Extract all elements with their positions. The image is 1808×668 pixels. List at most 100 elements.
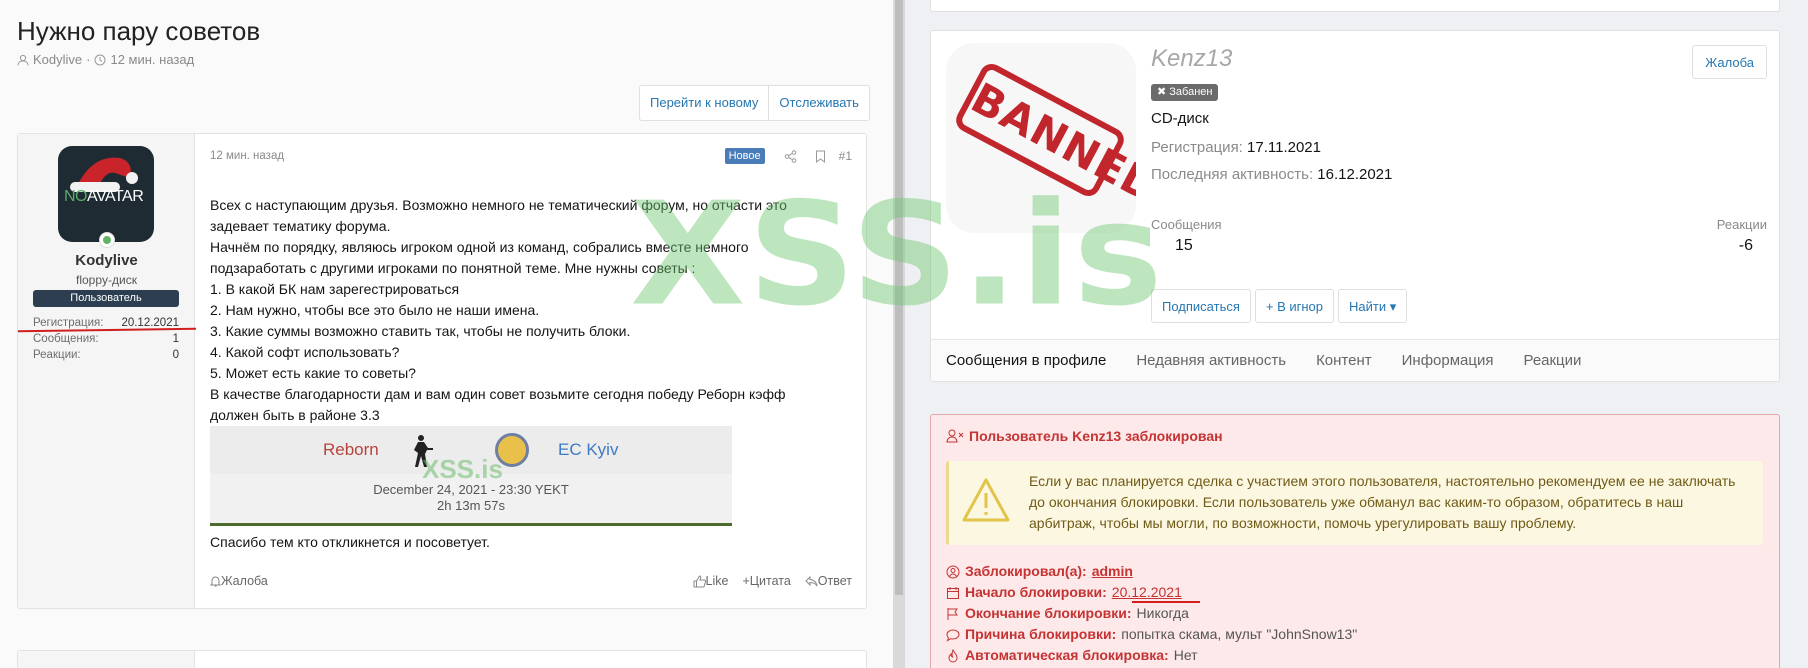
messages-count[interactable]: 15 xyxy=(1175,237,1222,255)
post-username[interactable]: Kodylive xyxy=(18,252,195,269)
post-closing: Спасибо тем кто откликнется и посоветует… xyxy=(210,534,490,550)
user-times-icon xyxy=(946,429,964,443)
last-activity-date[interactable]: 16.12.2021 xyxy=(1317,166,1392,183)
report-link[interactable]: Жалоба xyxy=(221,574,268,588)
ban-warning: Если у вас планируется сделка с участием… xyxy=(946,461,1763,545)
reactions-label: Реакции xyxy=(1716,217,1767,232)
ignore-button[interactable]: + В игнор xyxy=(1254,289,1335,323)
avatar[interactable]: NOAVATAR xyxy=(58,146,154,242)
vertical-scrollbar[interactable] xyxy=(893,0,905,668)
user-group-badge: Пользователь xyxy=(33,290,179,307)
match-image: Reborn EC Kyiv December 24, 2021 - 23:30… xyxy=(210,426,732,526)
like-button[interactable]: Like xyxy=(706,574,729,588)
tab-profile-posts[interactable]: Сообщения в профиле xyxy=(946,340,1121,381)
last-activity-label: Последняя активность: xyxy=(1151,166,1314,183)
stat-value: 0 xyxy=(172,349,179,361)
annotation-underline xyxy=(1132,601,1200,603)
user-circle-icon xyxy=(946,565,960,578)
post-line: 3. Какие суммы возможно ставить так, что… xyxy=(210,323,631,339)
ban-warning-text: Если у вас планируется сделка с участием… xyxy=(1029,473,1736,531)
flag-icon xyxy=(947,607,958,620)
post-number[interactable]: #1 xyxy=(839,149,852,163)
post-line: 5. Может есть какие то советы? xyxy=(210,365,416,381)
user-stat-reactions: Реакции: 0 xyxy=(33,347,179,363)
user-stats: Регистрация: 20.12.2021 Сообщения: 1 Реакц… xyxy=(33,315,179,363)
match-countdown: 2h 13m 57s xyxy=(437,498,505,513)
online-status-indicator xyxy=(99,232,115,248)
thread-author[interactable]: Kodylive xyxy=(33,52,82,67)
tab-reactions[interactable]: Реакции xyxy=(1508,340,1596,381)
ban-notice-header: Пользователь Kenz13 заблокирован xyxy=(946,428,1223,444)
post-header: 12 мин. назад Новое #1 xyxy=(210,146,852,166)
banned-badge: ✖ Забанен xyxy=(1151,84,1219,101)
find-label: Найти xyxy=(1349,299,1387,314)
user-stat-messages: Сообщения: 1 xyxy=(33,331,179,347)
ban-notice: Пользователь Kenz13 заблокирован Если у … xyxy=(930,414,1780,668)
post-user-column: NOAVATAR Kodylive floppy-диск Пользовате… xyxy=(17,134,197,608)
quote-button[interactable]: Цитата xyxy=(750,574,791,588)
start-label: Начало блокировки: xyxy=(965,584,1107,600)
auto-value: Нет xyxy=(1173,647,1198,663)
reply-button[interactable]: Ответ xyxy=(818,574,852,588)
avatar-text-avatar: AVATAR xyxy=(87,188,144,205)
stat-label: Реакции: xyxy=(33,349,81,361)
end-value: Никогда xyxy=(1136,605,1189,621)
post-line: задевает тематику форума. xyxy=(210,218,391,234)
tab-recent-activity[interactable]: Недавняя активность xyxy=(1121,340,1301,381)
post-line: подзаработать с другими игроками по поня… xyxy=(210,260,696,276)
avatar-text: NOAVATAR xyxy=(64,188,144,206)
blocked-by-label: Заблокировал(а): xyxy=(965,563,1087,579)
scrollbar-thumb[interactable] xyxy=(895,0,903,595)
next-post-user-column xyxy=(18,651,195,668)
ban-detail-blocked-by: Заблокировал(а): admin xyxy=(946,561,1357,582)
team1-name: Reborn xyxy=(323,440,379,459)
post-line: 2. Нам нужно, чтобы все это было не наши… xyxy=(210,302,540,318)
profile-actions: Подписаться + В игнор Найти ▾ xyxy=(1151,289,1408,323)
find-button[interactable]: Найти ▾ xyxy=(1338,289,1408,323)
watch-button[interactable]: Отслеживать xyxy=(769,86,868,120)
end-label: Окончание блокировки: xyxy=(965,605,1132,621)
profile-registration: Регистрация: 17.11.2021 xyxy=(1151,139,1321,156)
post-body: Всех с наступающим друзья. Возможно немн… xyxy=(210,195,840,426)
tab-content[interactable]: Контент xyxy=(1301,340,1387,381)
share-icon[interactable] xyxy=(784,149,797,163)
thread-title: Нужно пару советов xyxy=(17,16,261,46)
post: NOAVATAR Kodylive floppy-диск Пользовате… xyxy=(17,133,867,609)
start-date: 20.12.2021 xyxy=(1111,584,1182,600)
blocked-by-link[interactable]: admin xyxy=(1092,561,1133,582)
reason-label: Причина блокировки: xyxy=(965,626,1117,642)
profile-avatar[interactable]: BANNED xyxy=(946,43,1136,233)
registration-label: Регистрация: xyxy=(1151,139,1243,156)
banned-badge-label: Забанен xyxy=(1169,86,1213,98)
meta-separator: · xyxy=(86,52,91,67)
thread-actions: Перейти к новому Отслеживать xyxy=(639,85,870,121)
next-post xyxy=(17,650,867,668)
profile-reactions-stat: Реакции -6 xyxy=(1717,217,1767,255)
post-time[interactable]: 12 мин. назад xyxy=(210,150,284,162)
caret-down-icon: ▾ xyxy=(1389,299,1397,314)
post-line: Начнём по порядку, являюсь игроком одной… xyxy=(210,239,749,255)
like-icon xyxy=(693,574,706,587)
goto-new-button[interactable]: Перейти к новому xyxy=(640,86,770,120)
banned-stamp: BANNED xyxy=(951,59,1136,212)
messages-label: Сообщения xyxy=(1151,217,1222,232)
post-line: Всех с наступающим друзья. Возможно немн… xyxy=(210,197,787,213)
thread-time[interactable]: 12 мин. назад xyxy=(110,52,194,67)
stat-label: Сообщения: xyxy=(33,333,99,345)
reason-value: попытка скама, мульт "JohnSnow13" xyxy=(1121,626,1358,642)
post-footer: Жалоба Like + Цитата Ответ xyxy=(210,574,852,588)
bookmark-icon[interactable] xyxy=(815,150,826,163)
post-line: должен быть в районе 3.3 xyxy=(210,407,380,423)
reactions-count[interactable]: -6 xyxy=(1717,237,1753,255)
profile-report-button[interactable]: Жалоба xyxy=(1692,45,1767,79)
subscribe-button[interactable]: Подписаться xyxy=(1151,289,1251,323)
ban-detail-auto: Автоматическая блокировка: Нет xyxy=(946,645,1357,666)
avatar-text-no: NO xyxy=(64,188,88,205)
tab-information[interactable]: Информация xyxy=(1387,340,1509,381)
post-line: 4. Какой софт использовать? xyxy=(210,344,400,360)
thread-pane: Нужно пару советов Kodylive · 12 мин. на… xyxy=(0,0,893,668)
embed-watermark: XSS.is xyxy=(422,454,503,484)
stat-value: 1 xyxy=(172,333,179,345)
clock-icon xyxy=(94,54,106,65)
ban-notice-title: Пользователь Kenz13 заблокирован xyxy=(969,428,1223,444)
